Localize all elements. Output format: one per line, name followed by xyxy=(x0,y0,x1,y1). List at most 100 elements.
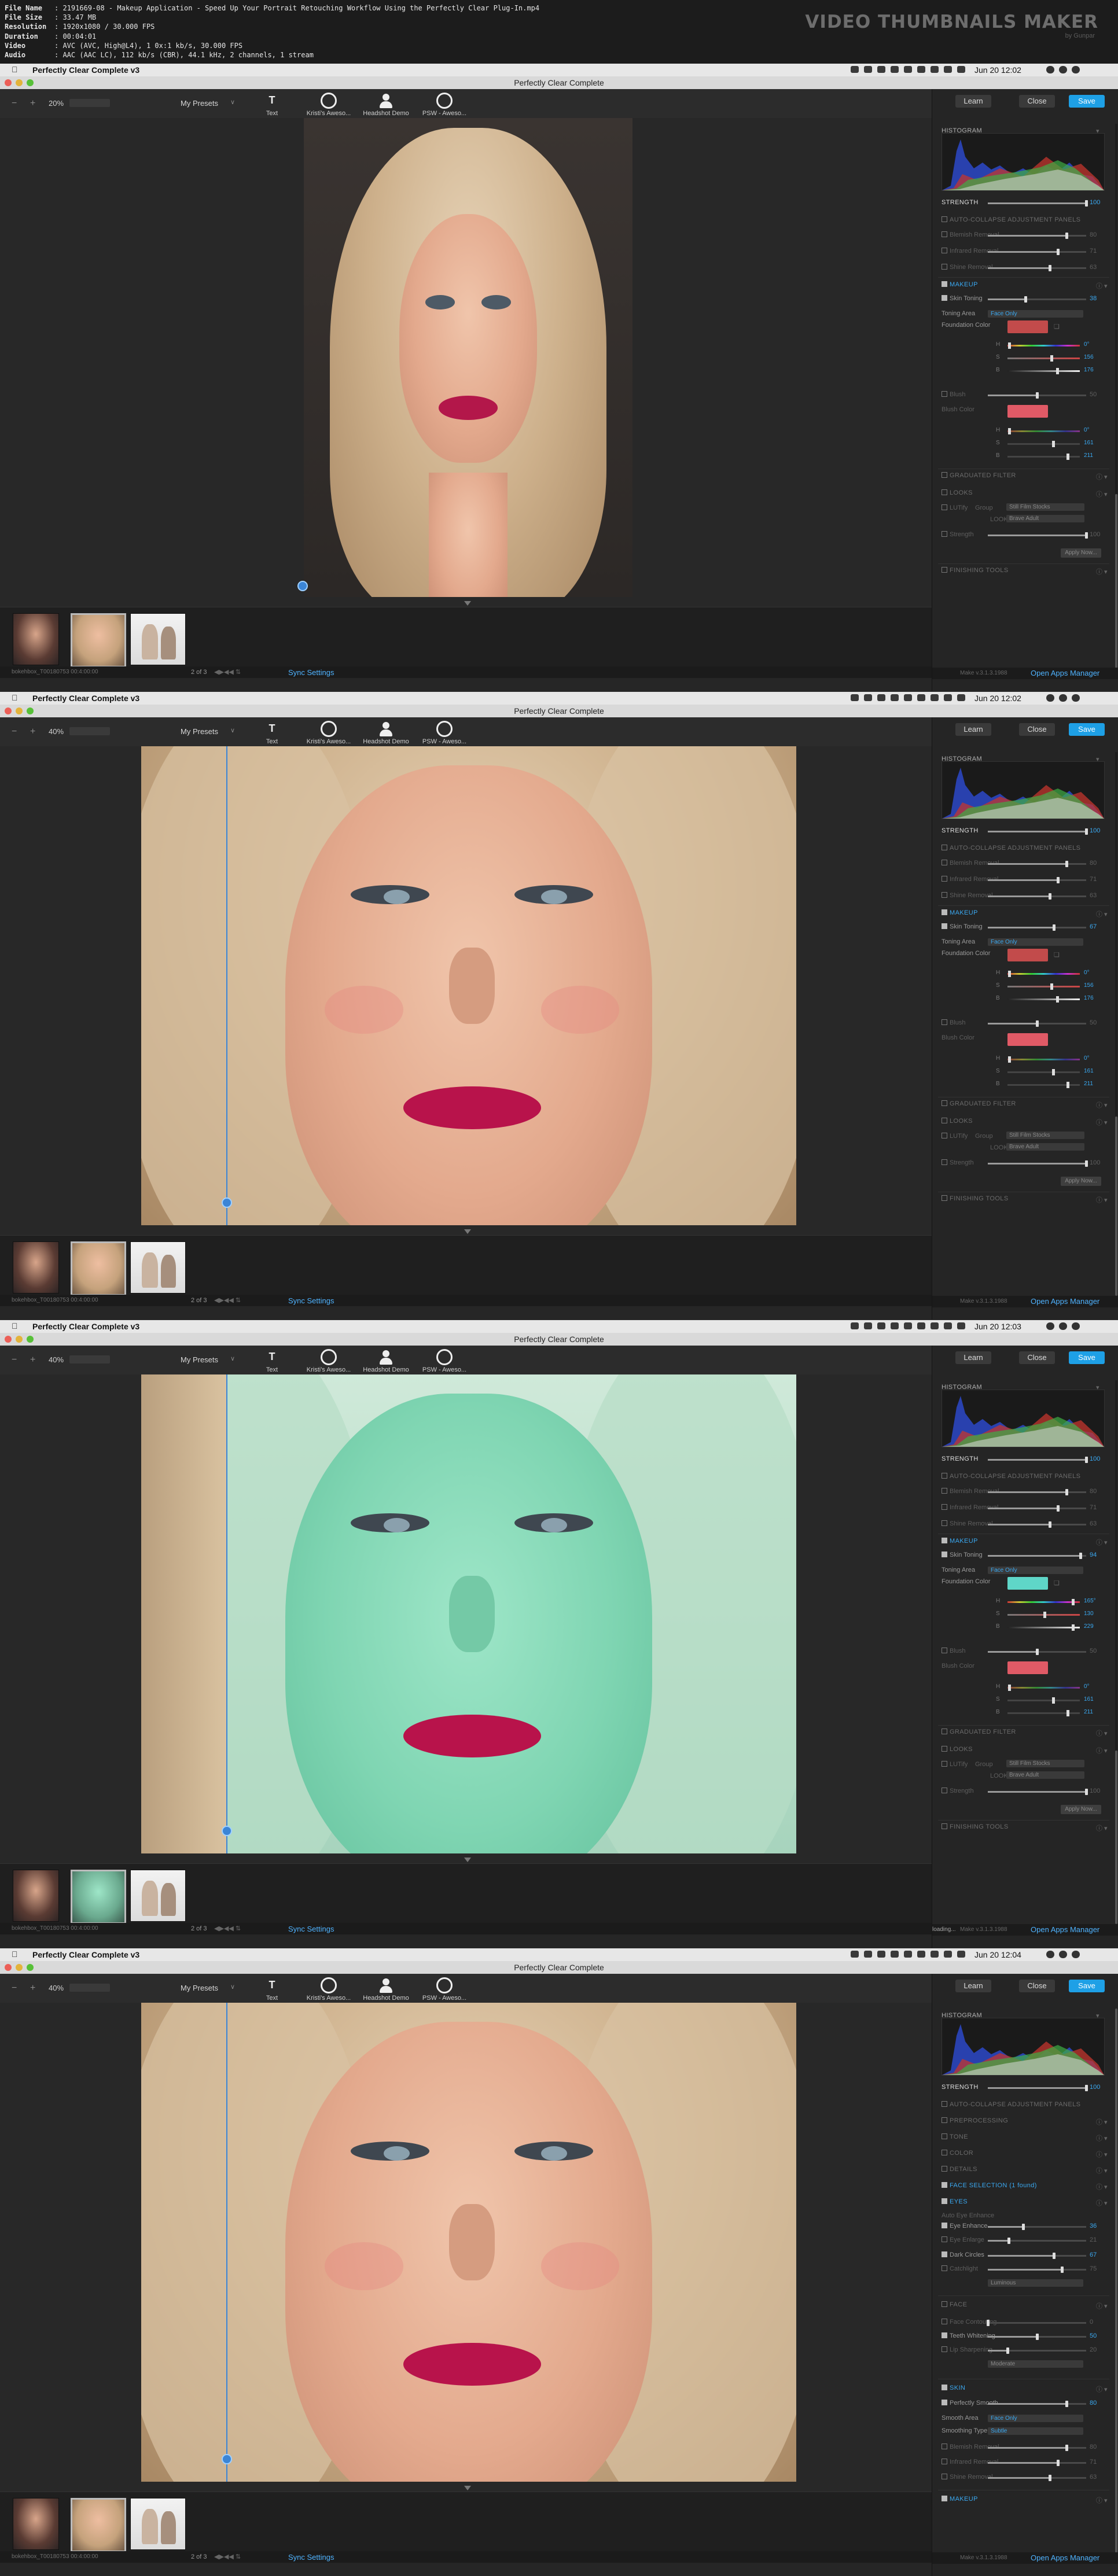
slider-knob[interactable] xyxy=(1056,2460,1060,2466)
slider-value[interactable]: 38 xyxy=(1090,295,1097,302)
rgb-slider[interactable] xyxy=(1007,428,1080,434)
checkbox[interactable] xyxy=(942,1473,947,1479)
search-icon[interactable] xyxy=(1059,66,1067,73)
rgb-value[interactable]: 211 xyxy=(1084,1081,1093,1087)
zoom-out-icon[interactable]: − xyxy=(12,1983,17,1993)
preset-tool-text[interactable]: T Text xyxy=(246,1977,298,2002)
volume-icon[interactable] xyxy=(944,694,952,701)
slider-knob[interactable] xyxy=(1071,1624,1075,1631)
checkbox[interactable] xyxy=(942,1019,947,1025)
slider-knob[interactable] xyxy=(1065,2401,1068,2407)
view-mode-buttons[interactable] xyxy=(69,1984,110,1992)
preset-tool-text[interactable]: T Text xyxy=(246,1349,298,1373)
panel-scrollbar[interactable] xyxy=(1115,2009,1117,2564)
menu-icon[interactable] xyxy=(1072,66,1080,73)
battery-icon[interactable] xyxy=(957,1951,965,1958)
section-header[interactable]: FINISHING TOOLS xyxy=(942,1823,1009,1830)
scroll-thumb[interactable] xyxy=(1115,2009,1117,2564)
slider-value[interactable]: 75 xyxy=(1090,2265,1097,2272)
filmstrip-thumb[interactable] xyxy=(130,1241,186,1293)
before-after-split-line[interactable] xyxy=(226,746,227,1225)
battery-icon[interactable] xyxy=(957,66,965,73)
rgb-slider[interactable] xyxy=(1007,355,1080,362)
cloud-icon[interactable] xyxy=(864,1951,872,1958)
apply-now-button[interactable]: Apply Now... xyxy=(1061,548,1101,558)
checkbox[interactable] xyxy=(942,295,947,301)
rgb-value[interactable]: 161 xyxy=(1084,440,1094,446)
auto-collapse-toggle[interactable]: AUTO-COLLAPSE ADJUSTMENT PANELS xyxy=(942,216,1080,223)
zoom-in-icon[interactable]: + xyxy=(30,1983,35,1993)
section-header[interactable]: GRADUATED FILTER xyxy=(942,472,1016,479)
rgb-slider[interactable] xyxy=(1007,1056,1080,1063)
user-icon[interactable] xyxy=(1046,1322,1054,1330)
help-icon[interactable]: ⓘ ▾ xyxy=(1096,567,1108,576)
rgb-value[interactable]: 0° xyxy=(1084,341,1090,348)
adjust-slider[interactable] xyxy=(988,265,1086,271)
menubar-app-name[interactable]: Perfectly Clear Complete v3 xyxy=(32,1322,139,1331)
volume-icon[interactable] xyxy=(944,1951,952,1958)
rgb-slider[interactable] xyxy=(1007,996,1080,1003)
save-button[interactable]: Save xyxy=(1069,1351,1105,1364)
checkbox[interactable] xyxy=(942,1133,947,1138)
slider-value[interactable]: 80 xyxy=(1090,2400,1097,2407)
slider-knob[interactable] xyxy=(1024,296,1027,303)
slider-knob[interactable] xyxy=(1036,392,1039,399)
search-icon[interactable] xyxy=(1059,694,1067,702)
slider-value[interactable]: 80 xyxy=(1090,860,1097,867)
adjust-slider[interactable] xyxy=(988,1649,1086,1655)
cloud-icon[interactable] xyxy=(864,66,872,73)
scroll-thumb[interactable] xyxy=(1115,1116,1117,1296)
smoothing-type-select[interactable]: Subtle xyxy=(988,2427,1083,2435)
checkbox[interactable] xyxy=(942,2251,947,2257)
save-button[interactable]: Save xyxy=(1069,723,1105,736)
slider-value[interactable]: 50 xyxy=(1090,391,1097,398)
chevron-down-icon[interactable]: ∨ xyxy=(230,1355,235,1362)
rgb-slider[interactable] xyxy=(1007,342,1080,349)
slider-knob[interactable] xyxy=(1049,1521,1052,1528)
menubar-clock[interactable]: Jun 20 12:04 xyxy=(974,1950,1021,1959)
adjust-slider[interactable] xyxy=(988,532,1088,539)
help-icon[interactable]: ⓘ ▾ xyxy=(1096,2301,1108,2310)
menu-icon[interactable] xyxy=(1072,1322,1080,1330)
zoom-window-icon[interactable] xyxy=(27,1964,34,1971)
rgb-value[interactable]: 176 xyxy=(1084,367,1094,373)
open-apps-manager-link[interactable]: Open Apps Manager xyxy=(1031,1297,1099,1306)
filmstrip-thumb[interactable] xyxy=(13,1870,59,1922)
section-header[interactable]: SKIN xyxy=(942,2385,965,2391)
look-select[interactable]: Brave Adult xyxy=(1006,1143,1084,1151)
sync-settings-link[interactable]: Sync Settings xyxy=(288,1925,334,1933)
close-button[interactable]: Close xyxy=(1019,95,1055,108)
strength-value[interactable]: 100 xyxy=(1090,199,1100,206)
slider-value[interactable]: 63 xyxy=(1090,2474,1097,2481)
apply-now-button[interactable]: Apply Now... xyxy=(1061,1177,1101,1186)
smooth-area-select[interactable]: Face Only xyxy=(988,2415,1083,2422)
slider-knob[interactable] xyxy=(1007,2238,1010,2244)
rgb-slider[interactable] xyxy=(1007,1069,1080,1075)
filmstrip-thumb[interactable] xyxy=(13,1241,59,1293)
lut-group-select[interactable]: Still Film Stocks xyxy=(1006,503,1084,511)
help-icon[interactable]: ⓘ ▾ xyxy=(1096,1195,1108,1204)
lip-select[interactable]: Moderate xyxy=(988,2360,1083,2368)
adjust-slider[interactable] xyxy=(988,296,1086,303)
rgb-value[interactable]: 156 xyxy=(1084,354,1094,360)
adjust-slider[interactable] xyxy=(988,1553,1086,1559)
chevron-down-icon[interactable]: ∨ xyxy=(230,1983,235,1991)
strength-value[interactable]: 100 xyxy=(1090,1455,1100,1462)
help-icon[interactable]: ⓘ ▾ xyxy=(1096,2133,1108,2143)
slider-value[interactable]: 63 xyxy=(1090,264,1097,271)
help-icon[interactable]: ⓘ ▾ xyxy=(1096,1100,1108,1110)
before-after-split-line[interactable] xyxy=(226,2003,227,2482)
section-header[interactable]: MAKEUP xyxy=(942,1538,978,1545)
save-button[interactable]: Save xyxy=(1069,95,1105,108)
apply-now-button[interactable]: Apply Now... xyxy=(1061,1805,1101,1814)
blush-color-swatch[interactable] xyxy=(1007,1661,1048,1674)
help-icon[interactable]: ⓘ ▾ xyxy=(1096,2182,1108,2191)
view-mode-buttons[interactable] xyxy=(69,727,110,735)
slider-knob[interactable] xyxy=(1079,1553,1082,1559)
rgb-value[interactable]: 211 xyxy=(1084,452,1093,459)
slider-knob[interactable] xyxy=(1085,1457,1088,1463)
slider-knob[interactable] xyxy=(1007,1056,1011,1063)
panel-scrollbar[interactable] xyxy=(1115,752,1117,1307)
scroll-thumb[interactable] xyxy=(1115,494,1117,679)
help-icon[interactable]: ⓘ ▾ xyxy=(1096,489,1108,499)
